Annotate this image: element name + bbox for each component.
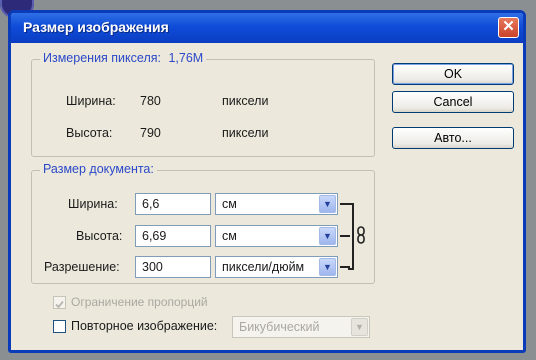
resample-method-value: Бикубический <box>239 320 320 334</box>
doc-height-unit-value: см <box>222 229 237 243</box>
chevron-down-icon[interactable]: ▼ <box>319 195 336 213</box>
image-size-dialog: Размер изображения ✕ Измерения пикселя: … <box>8 10 526 353</box>
pixel-height-unit: пиксели <box>222 126 269 140</box>
chevron-down-icon[interactable]: ▼ <box>351 318 368 336</box>
pixel-height-label: Высота: <box>66 126 113 140</box>
doc-width-input[interactable]: 6,6 <box>135 193 211 215</box>
checkmark-icon <box>55 300 64 309</box>
pixel-width-value: 780 <box>140 94 161 108</box>
pixel-width-unit: пиксели <box>222 94 269 108</box>
doc-height-unit-select[interactable]: см ▼ <box>215 225 338 247</box>
constrain-proportions-label: Ограничение пропорций <box>71 295 208 309</box>
pixel-dimensions-group: Измерения пикселя: 1,76M Ширина: 780 пик… <box>31 51 375 157</box>
dialog-title: Размер изображения <box>23 19 169 35</box>
link-bracket <box>348 203 354 270</box>
pixel-dimensions-legend: Измерения пикселя: <box>43 51 161 65</box>
chain-link-icon <box>357 226 365 244</box>
title-bar[interactable]: Размер изображения ✕ <box>11 13 523 43</box>
doc-height-input[interactable]: 6,69 <box>135 225 211 247</box>
resample-checkbox[interactable] <box>53 320 66 333</box>
ok-button[interactable]: OK <box>392 63 514 85</box>
cancel-button[interactable]: Cancel <box>392 91 514 113</box>
doc-width-unit-value: см <box>222 197 237 211</box>
resample-label: Повторное изображение: <box>71 319 218 333</box>
doc-height-label: Высота: <box>76 229 123 243</box>
document-size-legend: Размер документа: <box>40 162 157 176</box>
resolution-unit-select[interactable]: пиксели/дюйм ▼ <box>215 256 338 278</box>
auto-button[interactable]: Авто... <box>392 127 514 149</box>
chevron-down-icon[interactable]: ▼ <box>319 258 336 276</box>
chevron-down-icon[interactable]: ▼ <box>319 227 336 245</box>
resolution-input[interactable]: 300 <box>135 256 211 278</box>
resolution-unit-value: пиксели/дюйм <box>222 260 305 274</box>
document-size-group: Размер документа: Ширина: 6,6 см ▼ Высот… <box>31 162 375 284</box>
doc-width-unit-select[interactable]: см ▼ <box>215 193 338 215</box>
constrain-proportions-checkbox[interactable] <box>53 296 66 309</box>
pixel-height-value: 790 <box>140 126 161 140</box>
close-icon[interactable]: ✕ <box>498 17 519 38</box>
resample-method-select[interactable]: Бикубический ▼ <box>232 316 370 338</box>
doc-width-label: Ширина: <box>68 197 118 211</box>
pixel-width-label: Ширина: <box>66 94 116 108</box>
resolution-label: Разрешение: <box>44 260 120 274</box>
pixel-dimensions-size: 1,76M <box>168 51 204 65</box>
